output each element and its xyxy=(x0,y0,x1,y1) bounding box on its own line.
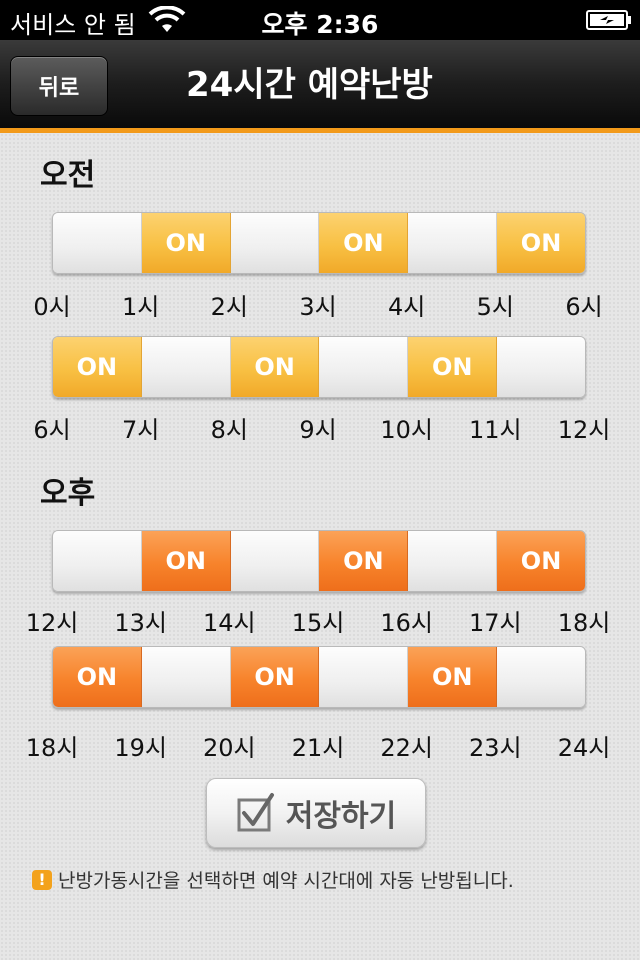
pm-row-2-ticks: 18시 19시 20시 21시 22시 23시 24시 xyxy=(26,728,611,762)
warning-icon: ! xyxy=(32,869,52,890)
hour-tick: 1시 xyxy=(121,293,160,321)
hour-tick: 14시 xyxy=(203,609,256,637)
hour-tick: 4시 xyxy=(387,293,426,321)
time-slot-1-2[interactable]: ON xyxy=(141,213,231,273)
pm-section-title: 오후 xyxy=(40,476,96,511)
hour-tick: 12시 xyxy=(557,416,611,444)
hour-tick: 16시 xyxy=(380,609,433,637)
time-slot-16-17[interactable] xyxy=(408,531,498,591)
hour-tick: 17시 xyxy=(469,609,522,637)
time-slot-23-24[interactable] xyxy=(497,647,585,707)
hour-tick: 8시 xyxy=(210,416,249,444)
pm-row-1-ticks: 12시 13시 14시 15시 16시 17시 18시 xyxy=(26,603,611,637)
info-notice: ! 난방가동시간을 선택하면 예약 시간대에 자동 난방됩니다. xyxy=(32,866,514,893)
hour-tick: 9시 xyxy=(299,416,337,444)
hour-tick: 3시 xyxy=(299,293,337,321)
hour-tick: 2시 xyxy=(210,293,249,321)
hour-tick: 20시 xyxy=(203,734,256,762)
time-slot-13-14[interactable]: ON xyxy=(141,531,231,591)
hour-tick: 11시 xyxy=(469,416,522,444)
save-button[interactable]: 저장하기 xyxy=(206,778,426,848)
time-slot-20-21[interactable]: ON xyxy=(230,647,320,707)
time-slot-18-19[interactable]: ON xyxy=(53,647,142,707)
hour-tick: 19시 xyxy=(114,734,167,762)
time-slot-19-20[interactable] xyxy=(141,647,231,707)
hour-tick: 22시 xyxy=(380,734,433,762)
time-slot-9-10[interactable] xyxy=(319,337,409,397)
hour-tick: 6시 xyxy=(565,293,603,321)
hour-tick: 7시 xyxy=(121,416,160,444)
hour-tick: 18시 xyxy=(25,734,79,762)
time-slot-7-8[interactable] xyxy=(141,337,231,397)
pm-row-1: ON ON ON xyxy=(52,530,586,592)
hour-tick: 24시 xyxy=(557,734,611,762)
am-row-1-ticks: 0시 1시 2시 3시 4시 5시 6시 xyxy=(30,287,610,321)
time-slot-12-13[interactable] xyxy=(53,531,142,591)
notice-text: 난방가동시간을 선택하면 예약 시간대에 자동 난방됩니다. xyxy=(58,870,514,892)
time-slot-8-9[interactable]: ON xyxy=(230,337,320,397)
time-slot-22-23[interactable]: ON xyxy=(408,647,498,707)
hour-tick: 12시 xyxy=(25,609,79,637)
hour-tick: 5시 xyxy=(476,293,515,321)
time-slot-0-1[interactable] xyxy=(53,213,142,273)
battery-charging-icon xyxy=(586,10,631,30)
am-row-2: ON ON ON xyxy=(52,336,586,398)
am-section-title: 오전 xyxy=(40,158,96,193)
time-slot-11-12[interactable] xyxy=(497,337,585,397)
hour-tick: 10시 xyxy=(380,416,433,444)
time-slot-17-18[interactable]: ON xyxy=(497,531,585,591)
time-slot-21-22[interactable] xyxy=(319,647,409,707)
hour-tick: 15시 xyxy=(291,609,345,637)
pm-row-2: ON ON ON xyxy=(52,646,586,708)
am-row-1: ON ON ON xyxy=(52,212,586,274)
time-slot-10-11[interactable]: ON xyxy=(408,337,498,397)
hour-tick: 21시 xyxy=(291,734,345,762)
time-slot-6-7[interactable]: ON xyxy=(53,337,142,397)
back-button[interactable]: 뒤로 xyxy=(10,56,108,116)
hour-tick: 18시 xyxy=(557,609,611,637)
page-title: 24시간 예약난방 xyxy=(186,65,433,105)
time-slot-4-5[interactable] xyxy=(408,213,498,273)
hour-tick: 13시 xyxy=(114,609,167,637)
hour-tick: 23시 xyxy=(469,734,522,762)
am-row-2-ticks: 6시 7시 8시 9시 10시 11시 12시 xyxy=(30,410,610,444)
hour-tick: 6시 xyxy=(33,416,71,444)
navigation-bar: 뒤로 24시간 예약난방 xyxy=(0,40,640,128)
time-slot-2-3[interactable] xyxy=(230,213,320,273)
status-bar: 서비스 안 됨 오후 2:36 xyxy=(0,0,640,40)
time-slot-3-4[interactable]: ON xyxy=(319,213,409,273)
checkbox-icon xyxy=(237,793,274,832)
hour-tick: 0시 xyxy=(33,293,71,321)
status-time: 오후 2:36 xyxy=(261,10,379,39)
save-button-label: 저장하기 xyxy=(285,799,397,834)
time-slot-15-16[interactable]: ON xyxy=(319,531,409,591)
time-slot-5-6[interactable]: ON xyxy=(497,213,585,273)
time-slot-14-15[interactable] xyxy=(230,531,320,591)
